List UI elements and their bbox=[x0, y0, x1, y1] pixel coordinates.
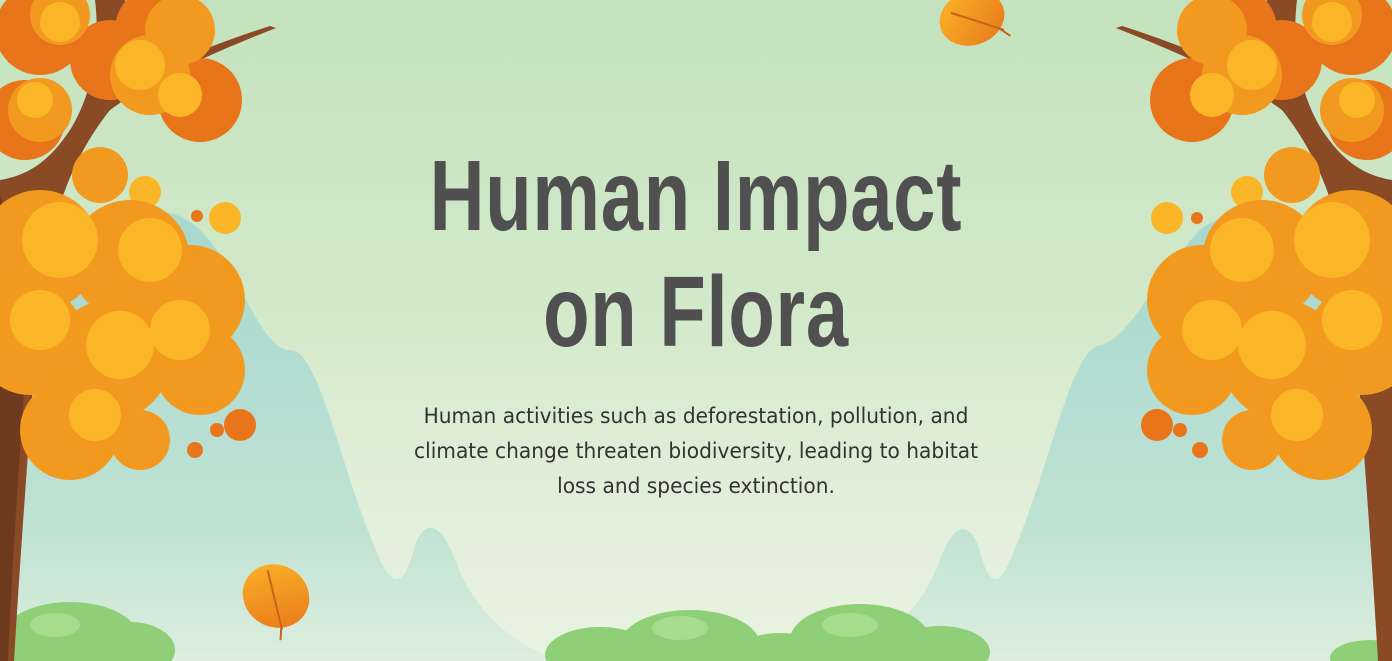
slide-subtitle: Human activities such as deforestation, … bbox=[414, 404, 978, 498]
falling-leaf-top bbox=[939, 0, 1012, 46]
slide-title: Human Impact on Flora bbox=[429, 140, 963, 368]
